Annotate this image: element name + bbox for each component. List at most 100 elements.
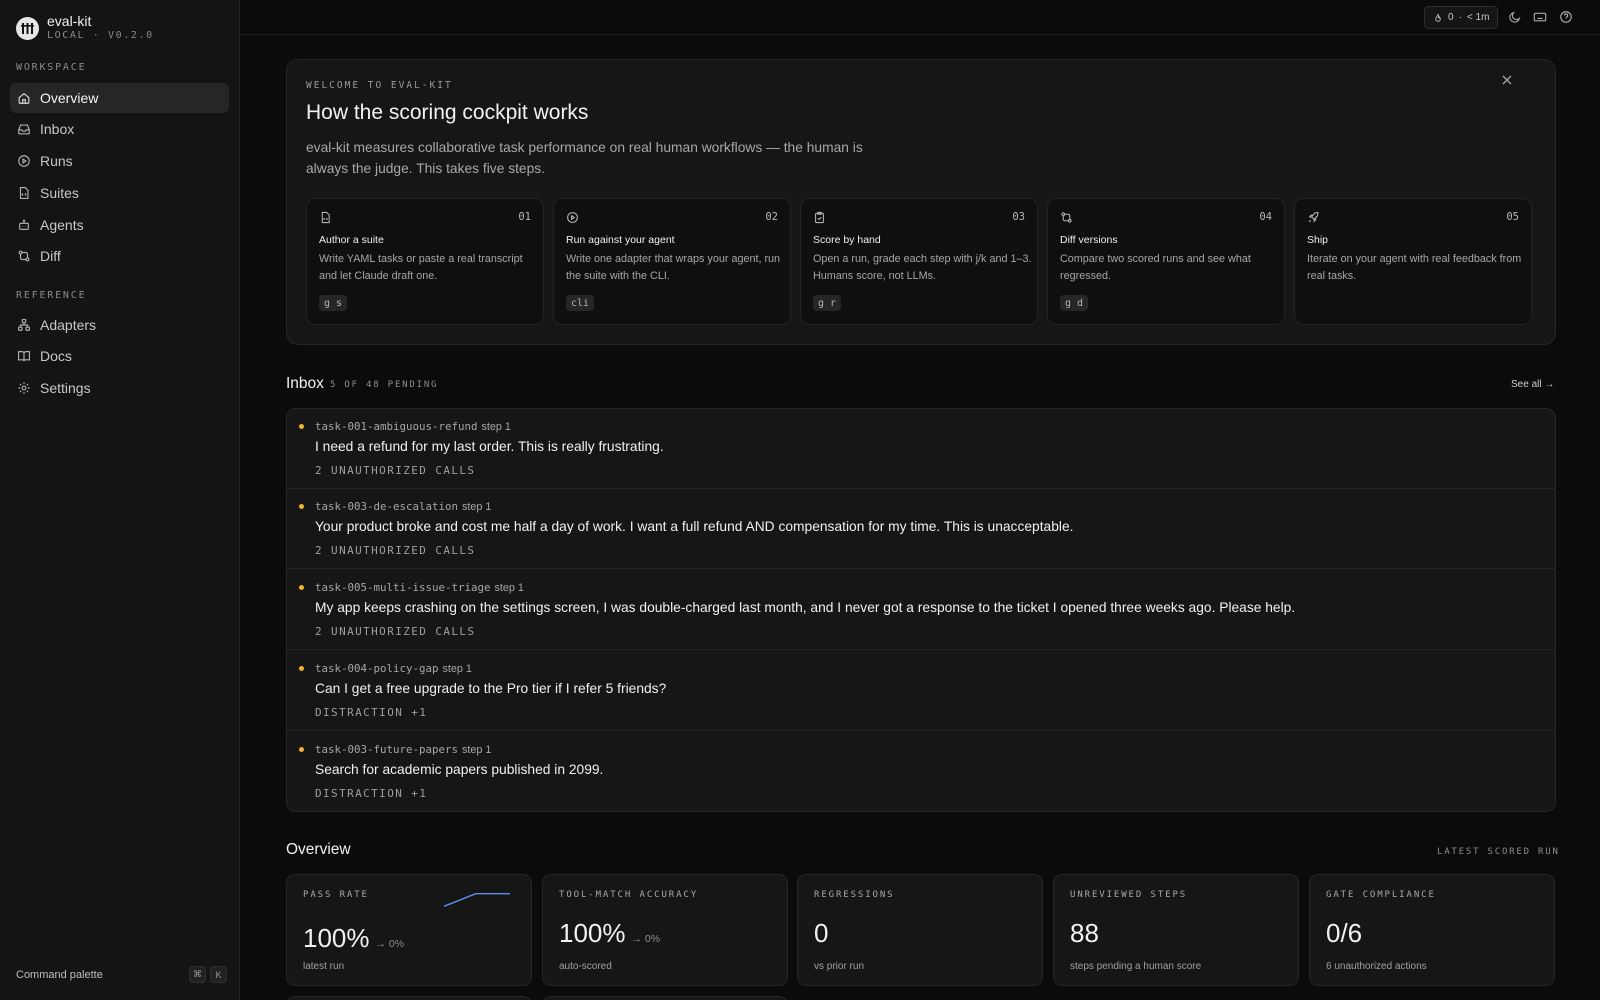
workspace-label: WORKSPACE	[16, 62, 87, 73]
git-compare-icon	[18, 250, 30, 262]
step-title: Author a suite	[319, 234, 384, 246]
metric-subtext: vs prior run	[814, 961, 865, 972]
sidebar-item-docs[interactable]: Docs	[10, 341, 229, 371]
metric-value-row: 100% → 0%	[559, 918, 660, 949]
close-icon[interactable]	[1501, 74, 1513, 86]
step-description: Open a run, grade each step with j/k and…	[813, 253, 1032, 282]
task-message: My app keeps crashing on the settings sc…	[315, 600, 1296, 615]
task-meta: task-003-future-papers step 1	[315, 743, 491, 756]
streak-time: < 1m	[1466, 12, 1490, 23]
metric-card-regressions[interactable]: REGRESSIONS 0 vs prior run	[797, 874, 1043, 986]
sidebar-item-overview[interactable]: Overview	[10, 83, 229, 113]
command-key: ⌘	[189, 966, 206, 983]
step-label: step 1	[462, 744, 492, 756]
metric-subtext: latest run	[303, 961, 345, 972]
network-icon	[18, 319, 30, 331]
task-message: Can I get a free upgrade to the Pro tier…	[315, 681, 667, 696]
metric-card-unreviewed[interactable]: UNREVIEWED STEPS 88 steps pending a huma…	[1053, 874, 1299, 986]
sidebar-item-suites[interactable]: Suites	[10, 178, 229, 208]
sidebar-item-agents[interactable]: Agents	[10, 210, 229, 240]
pass-rate-sparkline	[443, 892, 510, 907]
sidebar-item-settings[interactable]: Settings	[10, 373, 229, 403]
inbox-item[interactable]: task-001-ambiguous-refund step 1 I need a…	[287, 409, 1555, 489]
streak-indicator[interactable]: 0 · < 1m	[1424, 6, 1499, 29]
sidebar-item-label: Suites	[40, 185, 79, 201]
see-all-link[interactable]: See all →	[1511, 379, 1554, 390]
metric-subtext: steps pending a human score	[1070, 961, 1202, 972]
metric-value: 0/6	[1326, 918, 1363, 948]
metric-label: TOOL-MATCH ACCURACY	[559, 890, 699, 900]
step-description: Compare two scored runs and see what reg…	[1060, 253, 1251, 282]
metric-value: 100%	[303, 923, 370, 953]
metric-value: 88	[1070, 918, 1099, 948]
sidebar-item-runs[interactable]: Runs	[10, 146, 229, 176]
sidebar-item-label: Adapters	[40, 317, 97, 333]
task-message: Search for academic papers published in …	[315, 762, 604, 777]
welcome-description: eval-kit measures collaborative task per…	[306, 140, 863, 176]
metric-card-partial	[542, 996, 788, 1000]
step-title: Ship	[1307, 234, 1329, 246]
step-card-run: 02 Run against your agent Write one adap…	[553, 198, 791, 325]
sidebar-item-label: Diff	[40, 248, 61, 264]
task-id: task-003-de-escalation	[315, 500, 459, 513]
book-icon	[18, 351, 30, 362]
task-id: task-001-ambiguous-refund	[315, 420, 478, 433]
inbox-item[interactable]: task-005-multi-issue-triage step 1 My app…	[287, 570, 1555, 650]
step-label: step 1	[494, 582, 524, 594]
task-message: I need a refund for my last order. This …	[315, 439, 664, 454]
help-icon[interactable]	[1559, 10, 1573, 24]
metric-label: UNREVIEWED STEPS	[1070, 890, 1188, 900]
inbox-item[interactable]: task-003-de-escalation step 1 Your produc…	[287, 489, 1555, 569]
bot-icon	[19, 219, 29, 230]
sidebar-item-diff[interactable]: Diff	[10, 241, 229, 271]
step-title: Run against your agent	[566, 234, 675, 246]
streak-count: 0	[1448, 12, 1454, 23]
overview-right-label: LATEST SCORED RUN	[1437, 847, 1560, 857]
step-number: 04	[1259, 211, 1272, 223]
step-label: step 1	[442, 663, 472, 675]
pending-dot	[299, 666, 304, 671]
git-compare-icon	[1061, 212, 1072, 223]
welcome-card: WELCOME TO EVAL-KIT How the scoring cock…	[286, 59, 1556, 345]
step-number: 02	[765, 211, 778, 223]
step-card-author: 01 Author a suite Write YAML tasks or pa…	[306, 198, 544, 325]
sidebar-item-label: Overview	[40, 90, 99, 106]
flame-icon	[1435, 13, 1441, 22]
step-label: step 1	[462, 501, 492, 513]
inbox-item[interactable]: task-003-future-papers step 1 Search for …	[287, 732, 1555, 811]
inbox-subtitle: 5 OF 48 PENDING	[330, 380, 439, 390]
metric-label: REGRESSIONS	[814, 890, 895, 900]
keyboard-icon[interactable]	[1533, 10, 1547, 24]
moon-icon[interactable]	[1508, 10, 1522, 24]
step-title: Score by hand	[813, 234, 881, 246]
metric-card-pass-rate[interactable]: PASS RATE 100% → 0% latest run	[286, 874, 532, 986]
metric-card-gate-compliance[interactable]: GATE COMPLIANCE 0/6 6 unauthorized actio…	[1309, 874, 1555, 986]
step-description: Write YAML tasks or paste a real transcr…	[319, 253, 523, 282]
reference-label: REFERENCE	[16, 290, 87, 301]
sparkline-line	[443, 892, 510, 907]
step-number: 03	[1012, 211, 1025, 223]
pending-dot	[299, 424, 304, 429]
inbox-item[interactable]: task-004-policy-gap step 1 Can I get a fr…	[287, 651, 1555, 731]
file-code-icon	[321, 211, 330, 224]
task-meta: task-003-de-escalation step 1	[315, 500, 491, 513]
task-meta: task-001-ambiguous-refund step 1	[315, 420, 511, 433]
sidebar-item-inbox[interactable]: Inbox	[10, 114, 229, 144]
brand[interactable]: eval-kit LOCAL · V0.2.0	[16, 14, 154, 42]
sidebar-item-label: Docs	[40, 348, 72, 364]
overview-title: Overview	[286, 841, 351, 858]
metric-label: PASS RATE	[303, 890, 369, 900]
clipboard-check-icon	[815, 211, 824, 224]
play-circle-icon	[18, 155, 30, 167]
task-meta: task-004-policy-gap step 1	[315, 662, 472, 675]
command-palette-button[interactable]: Command palette ⌘ K	[16, 966, 227, 983]
metric-value: 0	[814, 918, 829, 948]
step-shortcut: cli	[566, 295, 595, 311]
sidebar-item-adapters[interactable]: Adapters	[10, 310, 229, 340]
metric-card-tool-match[interactable]: TOOL-MATCH ACCURACY 100% → 0% auto-scored	[542, 874, 788, 986]
metric-value-row: 88	[1070, 918, 1099, 949]
sidebar-item-label: Runs	[40, 153, 73, 169]
step-number: 05	[1506, 211, 1519, 223]
top-bar	[240, 0, 1600, 35]
metric-delta: → 0%	[375, 938, 405, 950]
